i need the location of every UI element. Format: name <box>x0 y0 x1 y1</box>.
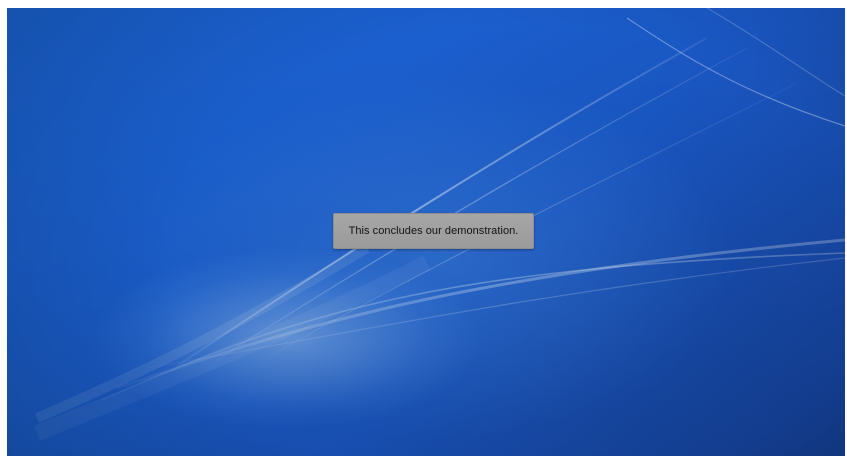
notification-toast: This concludes our demonstration. <box>333 213 534 249</box>
notification-message: This concludes our demonstration. <box>348 225 519 237</box>
